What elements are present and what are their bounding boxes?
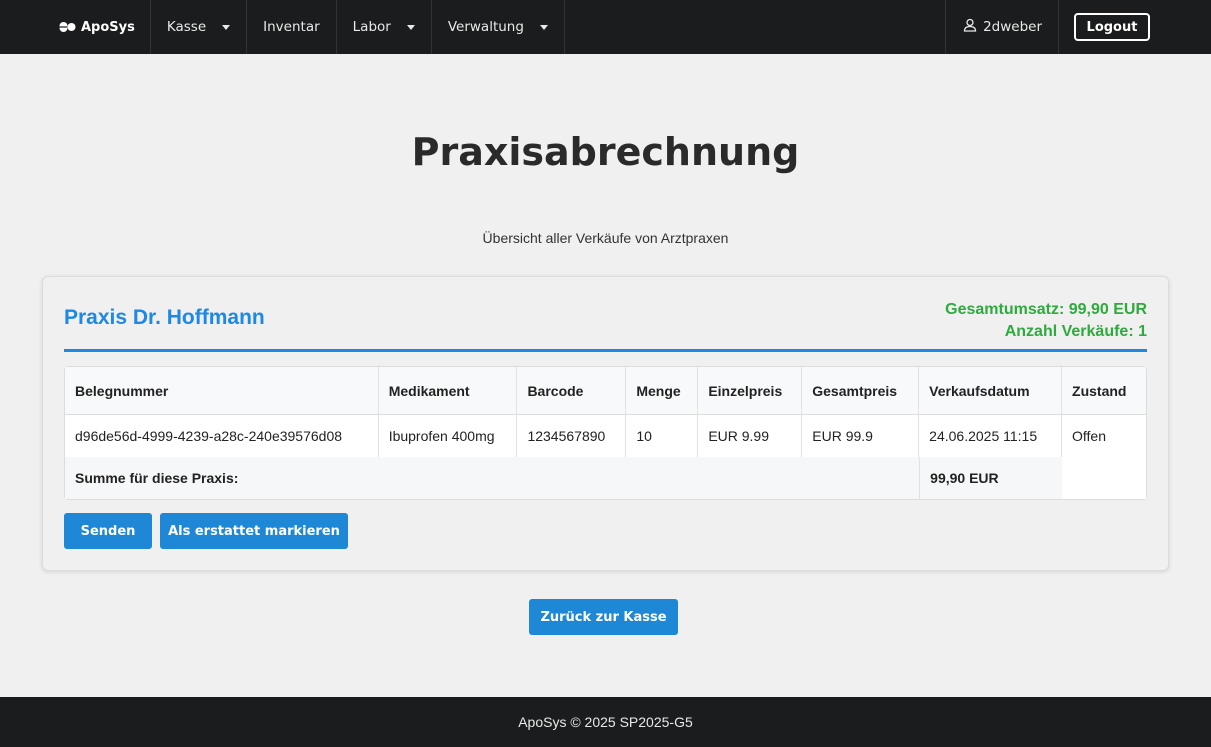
nav-verwaltung[interactable]: Verwaltung [432, 0, 565, 54]
back-to-kasse-button[interactable]: Zurück zur Kasse [529, 599, 678, 635]
cell-barcode: 1234567890 [517, 415, 627, 457]
divider [64, 349, 1147, 352]
col-belegnummer: Belegnummer [65, 367, 379, 415]
nav-verwaltung-label: Verwaltung [447, 19, 524, 35]
mark-refunded-button[interactable]: Als erstattet markieren [160, 513, 348, 549]
cell-menge: 10 [626, 415, 699, 457]
footer: ApoSys © 2025 SP2025-G5 [0, 697, 1211, 747]
praxis-stats: Gesamtumsatz: 99,90 EUR Anzahl Verkäufe:… [945, 299, 1147, 343]
sales-table: Belegnummer Medikament Barcode Menge Ein… [64, 366, 1147, 500]
brand-logo[interactable]: ApoSys [0, 0, 151, 54]
praxis-card: Praxis Dr. Hoffmann Gesamtumsatz: 99,90 … [42, 276, 1169, 571]
nav-kasse[interactable]: Kasse [151, 0, 248, 54]
page-title: Praxisabrechnung [411, 130, 800, 174]
username: 2dweber [983, 19, 1042, 35]
sum-row: Summe für diese Praxis: 99,90 EUR [65, 457, 1146, 499]
col-zustand: Zustand [1062, 367, 1146, 415]
praxis-name: Praxis Dr. Hoffmann [64, 306, 265, 329]
col-barcode: Barcode [517, 367, 627, 415]
nav-inventar[interactable]: Inventar [247, 0, 337, 54]
col-menge: Menge [626, 367, 699, 415]
table-header-row: Belegnummer Medikament Barcode Menge Ein… [65, 367, 1146, 415]
cell-zustand: Offen [1062, 415, 1146, 457]
col-gesamtpreis: Gesamtpreis [802, 367, 920, 415]
cell-medikament: Ibuprofen 400mg [378, 415, 518, 457]
col-einzelpreis: Einzelpreis [698, 367, 803, 415]
top-navbar: ApoSys Kasse Inventar Labor Verwaltung 2… [0, 0, 1211, 54]
col-medikament: Medikament [378, 367, 518, 415]
caret-down-icon [539, 24, 548, 30]
caret-down-icon [406, 24, 415, 30]
sum-label: Summe für diese Praxis: [65, 457, 920, 499]
sum-value: 99,90 EUR [919, 457, 1063, 499]
cell-verkaufsdatum: 24.06.2025 11:15 [919, 415, 1063, 457]
user-icon [963, 18, 977, 36]
cell-gesamtpreis: EUR 99.9 [802, 415, 920, 457]
user-menu[interactable]: 2dweber [945, 0, 1059, 54]
nav-kasse-label: Kasse [166, 19, 207, 35]
brand-name: ApoSys [81, 19, 135, 35]
page-subtitle: Übersicht aller Verkäufe von Arztpraxen [482, 230, 729, 246]
footer-text: ApoSys © 2025 SP2025-G5 [518, 714, 693, 730]
col-verkaufsdatum: Verkaufsdatum [919, 367, 1063, 415]
cell-belegnummer: d96de56d-4999-4239-a28c-240e39576d08 [65, 415, 379, 457]
logout-button[interactable]: Logout [1074, 13, 1150, 41]
nav-inventar-label: Inventar [263, 19, 320, 35]
logout-wrap: Logout [1059, 0, 1211, 54]
table-row: d96de56d-4999-4239-a28c-240e39576d08 Ibu… [65, 415, 1146, 457]
nav-labor[interactable]: Labor [337, 0, 432, 54]
sum-empty-cell [1062, 457, 1146, 499]
cell-einzelpreis: EUR 9.99 [698, 415, 803, 457]
sales-count: Anzahl Verkäufe: 1 [1004, 323, 1147, 340]
nav-labor-label: Labor [352, 19, 391, 35]
send-button[interactable]: Senden [64, 513, 152, 549]
caret-down-icon [222, 24, 231, 30]
pills-icon [59, 21, 76, 33]
total-revenue: Gesamtumsatz: 99,90 EUR [945, 301, 1147, 318]
